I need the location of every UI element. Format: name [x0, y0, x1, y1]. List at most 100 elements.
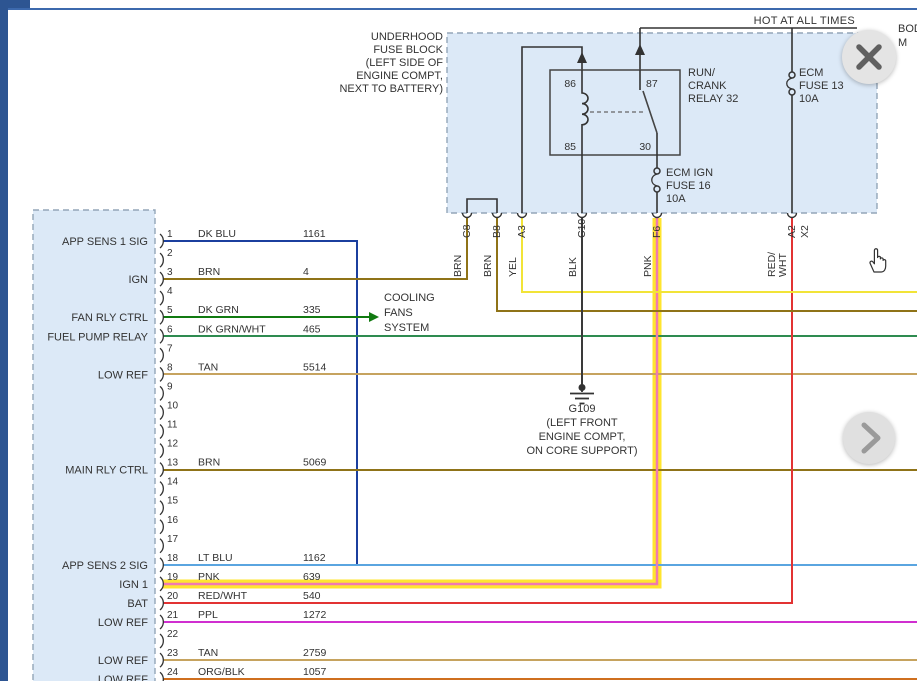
pin-number: 16 — [167, 515, 179, 526]
relay-label: CRANK — [688, 80, 727, 92]
wire-color-label: TAN — [198, 647, 218, 659]
pin-terminal-24 — [160, 672, 163, 681]
g109-label: (LEFT FRONT — [546, 417, 618, 429]
pin-terminal-9 — [160, 386, 163, 400]
pin-number: 11 — [167, 420, 178, 431]
relay-terminal-30: 30 — [639, 141, 651, 153]
generated-labels: C8BRNB8BRNA3YELC10BLKF6PNKA2X2RED/WHT1DK… — [47, 213, 811, 681]
pin-number: 8 — [167, 362, 173, 373]
ecm-fuse-13-symbol — [789, 89, 795, 95]
drop-terminal-label: B8 — [491, 225, 503, 238]
wire-color-label: DK BLU — [198, 228, 236, 240]
pin-terminal-22 — [160, 634, 163, 648]
pin-name-label: LOW REF — [98, 674, 148, 681]
drop-wire-color-label: PNK — [642, 255, 654, 277]
pin-name-label: BAT — [127, 598, 148, 610]
close-icon — [842, 30, 896, 84]
ecm-fuse-13-label: FUSE 13 — [799, 80, 844, 92]
right-cutoff-label: BOD — [898, 23, 917, 35]
ecm-ign-fuse-16-symbol — [654, 168, 660, 174]
drop-terminal-label: A2 — [786, 225, 798, 238]
relay-label: RELAY 32 — [688, 93, 738, 105]
wire-color-label: RED/WHT — [198, 590, 248, 602]
next-page-button[interactable] — [843, 412, 895, 464]
wire-dk-blu-1161[interactable] — [163, 241, 357, 565]
pin-terminal-12 — [160, 444, 163, 458]
pin-number: 1 — [167, 229, 173, 240]
circuit-number-label: 5069 — [303, 457, 327, 469]
pin-terminal-5 — [160, 310, 163, 324]
pin-terminal-21 — [160, 615, 163, 629]
pin-terminal-4 — [160, 291, 163, 305]
pin-name-label: LOW REF — [98, 655, 148, 667]
right-cutoff-label: M — [898, 37, 907, 49]
pin-number: 6 — [167, 324, 173, 335]
pin-number: 4 — [167, 286, 173, 297]
pin-number: 12 — [167, 439, 179, 450]
diagram-viewer: HOT AT ALL TIMES BOD M UNDERHOOD FUSE BL… — [0, 0, 917, 681]
pin-terminal-1 — [160, 234, 163, 248]
ecm-fuse-13-label: ECM — [799, 67, 823, 79]
circuit-number-label: 1057 — [303, 666, 327, 678]
wire-color-label: PNK — [198, 571, 220, 583]
drop-terminal-label-2: X2 — [799, 225, 811, 238]
ecm-ign-fuse-16-label: 10A — [666, 193, 686, 205]
drop-terminal-label: F6 — [651, 226, 663, 238]
circuit-number-label: 540 — [303, 590, 321, 602]
pin-number: 17 — [167, 534, 179, 545]
pin-number: 21 — [167, 610, 179, 621]
drop-terminal-label: C8 — [461, 224, 473, 238]
pin-number: 18 — [167, 553, 179, 564]
circuit-number-label: 1272 — [303, 609, 327, 621]
pin-name-label: APP SENS 1 SIG — [62, 236, 148, 248]
drop-wire-color-label: BRN — [452, 255, 464, 277]
pin-number: 5 — [167, 305, 173, 316]
ground-dot — [579, 384, 586, 391]
drop-wire-color-label: WHT — [777, 253, 789, 277]
pin-terminal-8 — [160, 367, 163, 381]
close-button[interactable] — [842, 30, 896, 84]
g109-label: ENGINE COMPT, — [539, 431, 626, 443]
chevron-right-icon — [843, 412, 895, 464]
underhood-fuse-block-box — [447, 33, 877, 213]
pin-name-label: IGN — [128, 274, 148, 286]
pin-name-label: FUEL PUMP RELAY — [47, 331, 148, 343]
ecm-ign-fuse-16-symbol — [654, 186, 660, 192]
ecm-fuse-13-symbol — [789, 72, 795, 78]
pin-name-label: LOW REF — [98, 369, 148, 381]
pin-terminal-13 — [160, 463, 163, 477]
pin-number: 10 — [167, 401, 179, 412]
fuse-block-label: UNDERHOOD — [371, 31, 443, 43]
pin-terminal-20 — [160, 596, 163, 610]
cooling-fans-label: SYSTEM — [384, 322, 429, 334]
wire-color-label: BRN — [198, 266, 220, 278]
pin-number: 9 — [167, 381, 173, 392]
pin-name-label: MAIN RLY CTRL — [65, 465, 148, 477]
pin-name-label: APP SENS 2 SIG — [62, 560, 148, 572]
fuse-block-label: NEXT TO BATTERY) — [339, 83, 443, 95]
circuit-number-label: 5514 — [303, 361, 327, 373]
drop-wire-color-label: BRN — [482, 255, 494, 277]
relay-terminal-85: 85 — [564, 141, 576, 153]
fuse-block-label: ENGINE COMPT, — [356, 70, 443, 82]
pin-number: 13 — [167, 458, 179, 469]
g109-label: G109 — [569, 403, 596, 415]
wire-brn-b8[interactable] — [497, 218, 917, 311]
pin-number: 20 — [167, 591, 179, 602]
wire-color-label: LT BLU — [198, 552, 233, 564]
pin-number: 2 — [167, 248, 173, 259]
pin-number: 15 — [167, 496, 179, 507]
ground-symbol-g109 — [570, 384, 594, 404]
pin-terminal-16 — [160, 520, 163, 534]
g109-label: ON CORE SUPPORT) — [526, 445, 637, 457]
relay-terminal-87: 87 — [646, 78, 658, 90]
drop-terminal-label: C10 — [576, 219, 588, 238]
fuse-block-label: (LEFT SIDE OF — [366, 57, 444, 69]
pin-number: 3 — [167, 267, 173, 278]
ecm-fuse-13-label: 10A — [799, 93, 819, 105]
wire-red-wht-540[interactable] — [163, 218, 792, 603]
pin-terminal-3 — [160, 272, 163, 286]
wire-color-label: BRN — [198, 457, 220, 469]
pin-terminal-15 — [160, 501, 163, 515]
drop-wire-color-label: YEL — [507, 257, 519, 277]
